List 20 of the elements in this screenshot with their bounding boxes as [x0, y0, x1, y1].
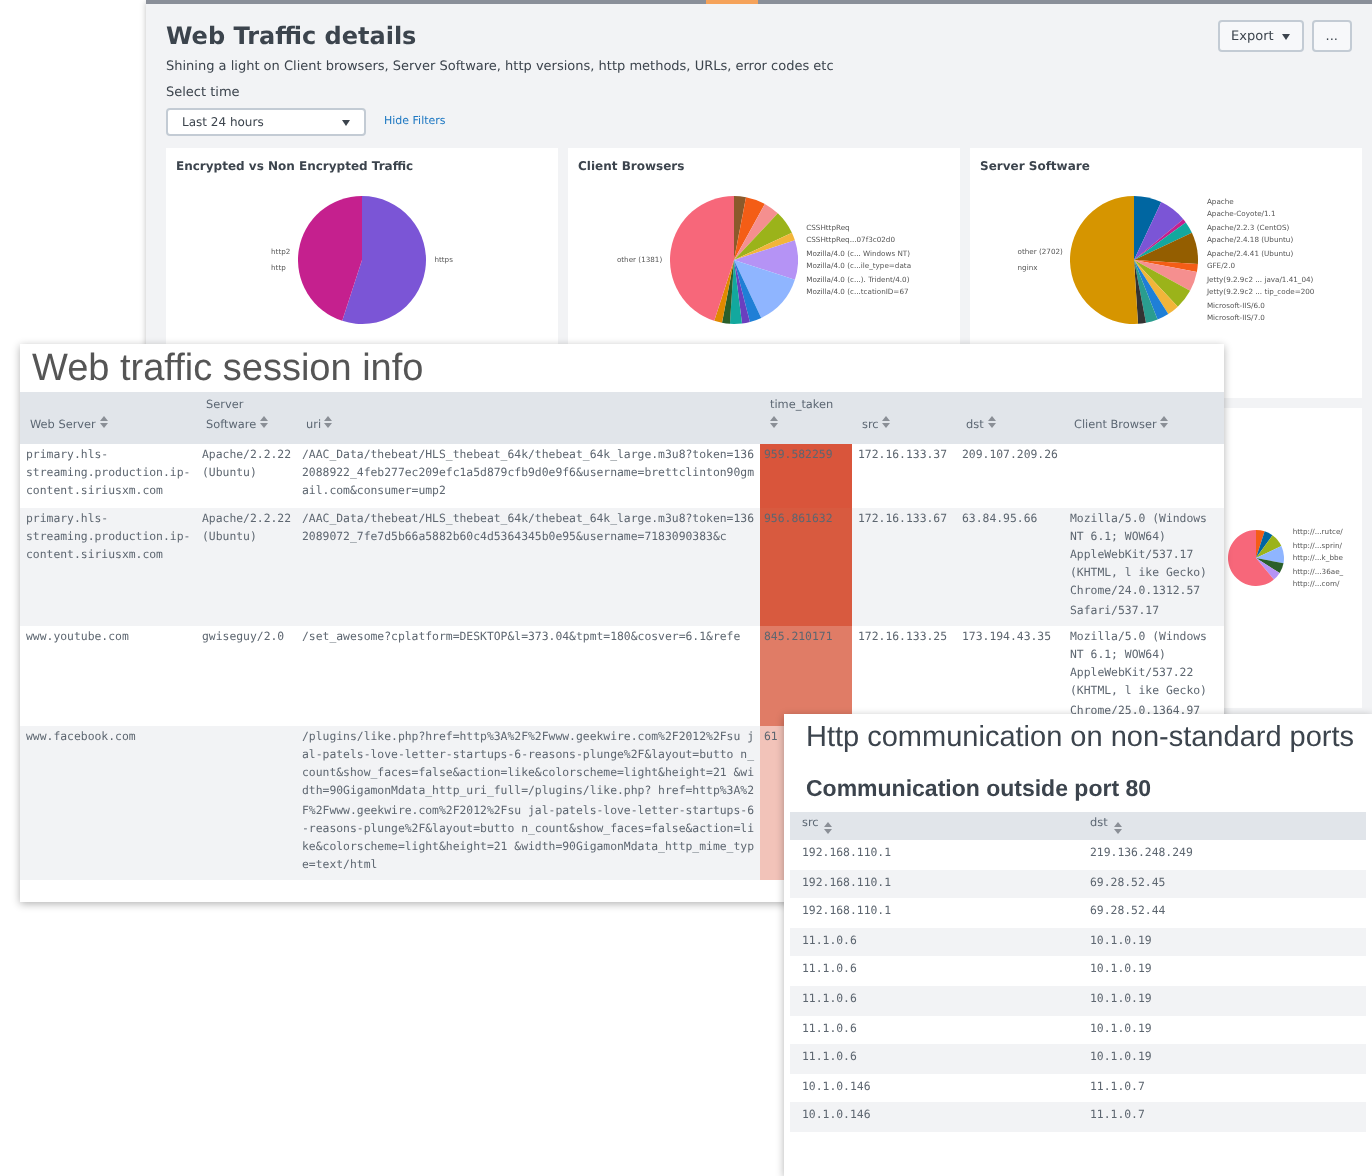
- caret-icon: [1281, 33, 1290, 39]
- pie-chart-drawing: [1228, 530, 1285, 586]
- window-title: Web traffic session info: [30, 346, 426, 392]
- sort-icon: [1113, 822, 1122, 834]
- caret-icon: [342, 119, 350, 125]
- sort-icon: [324, 416, 333, 428]
- sort-icon: [882, 416, 891, 428]
- sort-icon: [1160, 416, 1169, 428]
- pie-chart-drawing: [1070, 196, 1199, 324]
- sort-icon: [259, 416, 268, 428]
- sort-icon: [770, 416, 778, 428]
- sort-icon: [824, 822, 833, 834]
- pie-chart-drawing: [298, 196, 427, 324]
- dashboard-title: Web Traffic details: [166, 22, 419, 50]
- sort-icon: [987, 416, 996, 428]
- table-title: Communication outside port 80: [804, 776, 1154, 806]
- pie-chart-drawing: [670, 196, 799, 324]
- tab-indicator: [706, 0, 758, 4]
- sort-icon: [99, 416, 108, 428]
- window-title: Http communication on non-standard ports: [804, 722, 1357, 754]
